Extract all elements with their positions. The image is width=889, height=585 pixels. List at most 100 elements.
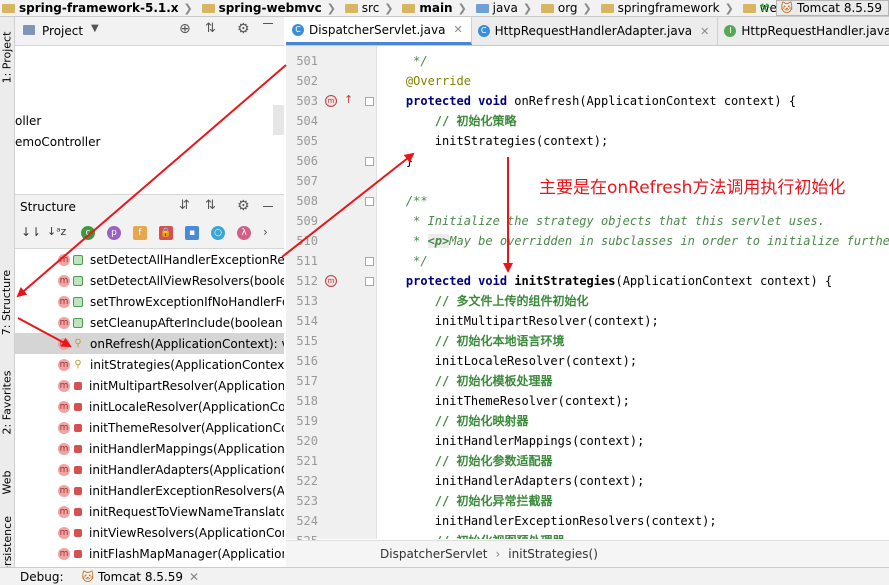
code-line: // 初始化本地语言环境: [377, 334, 565, 348]
line-number: 507: [296, 174, 318, 188]
fold-toggle-icon[interactable]: [365, 277, 374, 286]
structure-item[interactable]: m initHandlerExceptionResolvers(Ap: [15, 480, 284, 501]
structure-item[interactable]: m setThrowExceptionIfNoHandlerFo: [15, 291, 284, 312]
show-anonymous-icon[interactable]: ○: [211, 226, 225, 240]
method-icon: m: [58, 253, 70, 266]
project-panel-header: Project ▼ ⊕ ⇅ ⚙: [15, 17, 284, 46]
private-lock-icon: [74, 444, 82, 453]
fold-toggle-icon[interactable]: [365, 197, 374, 206]
code-line: */: [377, 54, 428, 68]
tree-item[interactable]: oller: [15, 114, 41, 128]
gear-icon[interactable]: ⚙: [237, 21, 250, 37]
editor-breadcrumb: DispatcherServlet › initStrategies(): [286, 540, 889, 567]
structure-tree: m setDetectAllHandlerExceptionResc m setDet…: [15, 249, 284, 567]
hide-panel-icon[interactable]: [263, 206, 273, 207]
tab-dispatcherservlet[interactable]: C DispatcherServlet.java ✕: [286, 17, 472, 45]
structure-item[interactable]: m ⚲ initStrategies(ApplicationContext):: [15, 354, 284, 375]
run-configuration-dropdown[interactable]: 🐱 Tomcat 8.5.59: [775, 0, 889, 16]
show-properties-icon[interactable]: p: [107, 226, 121, 240]
breadcrumb-springframework[interactable]: springframework ❯: [599, 0, 737, 16]
hide-panel-icon[interactable]: [263, 23, 273, 24]
code-line: // 初始化视图预处理器: [377, 531, 565, 539]
breadcrumb-java[interactable]: java ❯: [474, 0, 535, 16]
protected-key-icon: ⚲: [74, 337, 82, 349]
structure-item[interactable]: m initMultipartResolver(Application(: [15, 375, 284, 396]
breadcrumb-main[interactable]: main ❯: [400, 0, 469, 16]
chevron-right-icon: ›: [495, 547, 501, 561]
breadcrumb-project[interactable]: spring-framework-5.1.x ❯: [0, 0, 196, 16]
method-icon: m: [58, 379, 70, 392]
line-number: 510: [296, 234, 318, 248]
structure-item[interactable]: m initHandlerMappings(Applicationo: [15, 438, 284, 459]
close-icon[interactable]: ✕: [700, 25, 709, 38]
collapse-all-icon[interactable]: ⇅: [205, 198, 216, 213]
fold-toggle-icon[interactable]: [365, 257, 374, 266]
project-scrollbar[interactable]: [273, 105, 284, 135]
expand-all-icon[interactable]: ⇵: [179, 198, 190, 213]
web-tool-tab[interactable]: Web: [0, 457, 14, 507]
code-line: }: [377, 154, 414, 168]
editor-gutter[interactable]: 501 502 503 504 505 506 507 508 509 510 511 512 513 5…: [286, 46, 377, 548]
structure-item[interactable]: m setDetectAllHandlerExceptionResc: [15, 249, 284, 270]
structure-item[interactable]: m initFlashMapManager(Application: [15, 543, 284, 564]
breadcrumb-org[interactable]: org ❯: [539, 0, 595, 16]
code-line: // 初始化模板处理器: [377, 374, 553, 388]
show-inherited-icon[interactable]: c: [81, 226, 95, 240]
close-icon[interactable]: ✕: [453, 23, 462, 36]
structure-item[interactable]: m initLocaleResolver(ApplicationCor: [15, 396, 284, 417]
annotation-text: 主要是在onRefresh方法调用执行初始化: [539, 178, 846, 198]
show-fields-icon[interactable]: f: [133, 226, 147, 240]
project-panel-title[interactable]: Project: [42, 24, 83, 38]
locate-target-icon[interactable]: ⊕: [179, 21, 191, 37]
structure-item[interactable]: m initViewResolvers(ApplicationCont: [15, 522, 284, 543]
method-marker-icon[interactable]: m: [325, 275, 337, 287]
line-number: 514: [296, 314, 318, 328]
line-number: 523: [296, 494, 318, 508]
build-hammer-icon[interactable]: ⚒: [754, 1, 776, 15]
debug-label[interactable]: Debug:: [20, 570, 64, 584]
code-line: // 初始化参数适配器: [377, 454, 553, 468]
code-line: protected void onRefresh(ApplicationCont…: [405, 94, 797, 108]
lambda-icon[interactable]: λ: [237, 226, 251, 240]
line-number: 516: [296, 354, 318, 368]
structure-item[interactable]: m setDetectAllViewResolvers(boolea: [15, 270, 284, 291]
breadcrumb-module[interactable]: spring-webmvc ❯: [200, 0, 339, 16]
overrides-up-icon[interactable]: ↑: [344, 93, 353, 106]
code-line: initStrategies(context);: [377, 134, 609, 148]
method-icon: m: [58, 316, 70, 329]
breadcrumb-class[interactable]: DispatcherServlet: [380, 547, 487, 561]
interface-icon: I: [724, 25, 737, 37]
structure-tool-tab[interactable]: 7: Structure: [0, 257, 14, 347]
code-line: initHandlerAdapters(context);: [377, 474, 645, 488]
fold-toggle-icon[interactable]: [365, 157, 374, 166]
structure-item[interactable]: m initRequestToViewNameTranslato: [15, 501, 284, 522]
structure-item[interactable]: m ⚲ onRefresh(ApplicationContext): vo: [15, 333, 284, 354]
method-icon: m: [58, 295, 70, 308]
structure-item[interactable]: m setCleanupAfterInclude(boolean):: [15, 312, 284, 333]
show-lambdas-icon[interactable]: ▪: [185, 226, 199, 240]
override-marker-icon[interactable]: m: [325, 95, 337, 107]
structure-item[interactable]: m initHandlerAdapters(ApplicationC: [15, 459, 284, 480]
favorites-tool-tab[interactable]: 2: Favorites: [0, 362, 14, 442]
tab-httprequesthandleradapter[interactable]: C HttpRequestHandlerAdapter.java ✕: [472, 17, 719, 45]
gear-icon[interactable]: ⚙: [237, 198, 250, 214]
more-options-icon[interactable]: ›: [263, 225, 268, 239]
breadcrumb-method[interactable]: initStrategies(): [508, 547, 598, 561]
fold-toggle-icon[interactable]: [365, 97, 374, 106]
sort-by-visibility-icon[interactable]: ↓⇂: [21, 225, 41, 239]
close-icon[interactable]: ✕: [189, 570, 199, 584]
code-line: protected void initStrategies(Applicatio…: [405, 274, 833, 288]
structure-item[interactable]: m initThemeResolver(ApplicationCon: [15, 417, 284, 438]
debug-session-tab[interactable]: Tomcat 8.5.59: [98, 570, 183, 584]
tab-httprequesthandler[interactable]: IHttpRequestHandler.java✕: [718, 17, 889, 45]
show-non-public-icon[interactable]: 🔒: [159, 226, 173, 240]
sort-alphabetically-icon[interactable]: ↓ᵃz: [47, 225, 66, 238]
public-visibility-icon: [73, 317, 83, 328]
class-icon: C: [477, 25, 490, 37]
tree-item[interactable]: emoController: [15, 135, 100, 149]
chevron-down-icon[interactable]: ▼: [91, 23, 99, 34]
collapse-all-icon[interactable]: ⇅: [205, 21, 216, 36]
code-editor[interactable]: */ @Override protected void onRefresh(Ap…: [377, 46, 889, 539]
breadcrumb-src[interactable]: src ❯: [343, 0, 397, 16]
project-tool-tab[interactable]: 1: Project: [0, 17, 14, 97]
